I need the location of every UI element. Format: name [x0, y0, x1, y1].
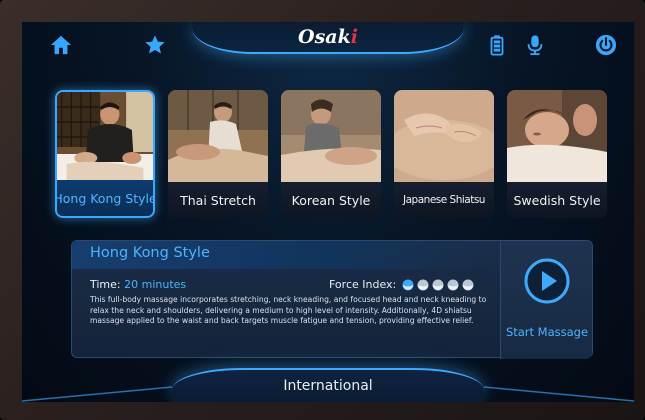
home-icon[interactable] — [50, 34, 72, 56]
time-label: Time: — [90, 278, 121, 291]
detail-description: This full-body massage incorporates stre… — [90, 295, 487, 325]
style-card-label-bar: Hong Kong Style — [57, 180, 153, 216]
style-detail-panel: Hong Kong Style Time: 20 minutes Force I… — [71, 240, 593, 359]
start-massage-label: Start Massage — [505, 325, 589, 339]
hong-kong-style-photo — [57, 92, 153, 184]
brand-accent: i — [350, 26, 358, 48]
force-level-icon — [447, 279, 459, 290]
time-value: 20 minutes — [124, 278, 187, 291]
microphone-icon[interactable] — [524, 34, 546, 56]
style-card-label: Japanese Shiatsu — [403, 194, 485, 206]
style-card-label: Swedish Style — [513, 192, 601, 208]
korean-style-photo — [281, 90, 381, 182]
screen: Osaki Hong Kong Style Thai Stretch Korea… — [22, 22, 634, 402]
battery-icon — [490, 35, 504, 56]
style-card-label-bar: Thai Stretch — [168, 182, 268, 218]
force-index-label: Force Index: — [329, 278, 397, 291]
swedish-style-photo — [507, 90, 607, 182]
force-index-meter — [402, 279, 477, 291]
time-row: Time: 20 minutes — [90, 278, 186, 291]
thai-stretch-photo — [168, 90, 268, 182]
style-card-label: Hong Kong Style — [55, 190, 155, 206]
style-card-label-bar: Japanese Shiatsu — [394, 182, 494, 218]
style-card-label-bar: Swedish Style — [507, 182, 607, 218]
mode-label[interactable]: International — [172, 378, 484, 394]
style-card-swedish[interactable]: Swedish Style — [507, 90, 607, 218]
style-card-hong-kong[interactable]: Hong Kong Style — [55, 90, 155, 218]
style-card-label-bar: Korean Style — [281, 182, 381, 218]
force-level-icon — [417, 279, 429, 290]
detail-title: Hong Kong Style — [90, 245, 210, 261]
massage-style-carousel: Hong Kong Style Thai Stretch Korean Styl… — [55, 90, 615, 218]
start-massage-button[interactable]: Start Massage — [500, 241, 592, 359]
power-icon[interactable] — [595, 34, 617, 56]
style-card-thai-stretch[interactable]: Thai Stretch — [168, 90, 268, 218]
brand-main: Osak — [298, 26, 351, 48]
style-card-japanese-shiatsu[interactable]: Japanese Shiatsu — [394, 90, 494, 218]
force-level-icon — [402, 279, 414, 290]
favorite-star-icon[interactable] — [144, 34, 166, 56]
style-card-korean[interactable]: Korean Style — [281, 90, 381, 218]
play-icon[interactable] — [523, 257, 571, 305]
force-level-icon — [432, 279, 444, 290]
japanese-shiatsu-photo — [394, 90, 494, 182]
force-level-icon — [462, 279, 474, 290]
style-card-label: Korean Style — [291, 192, 371, 208]
top-bar: Osaki — [22, 22, 634, 72]
style-card-label: Thai Stretch — [180, 192, 256, 208]
force-index: Force Index: — [329, 278, 477, 291]
